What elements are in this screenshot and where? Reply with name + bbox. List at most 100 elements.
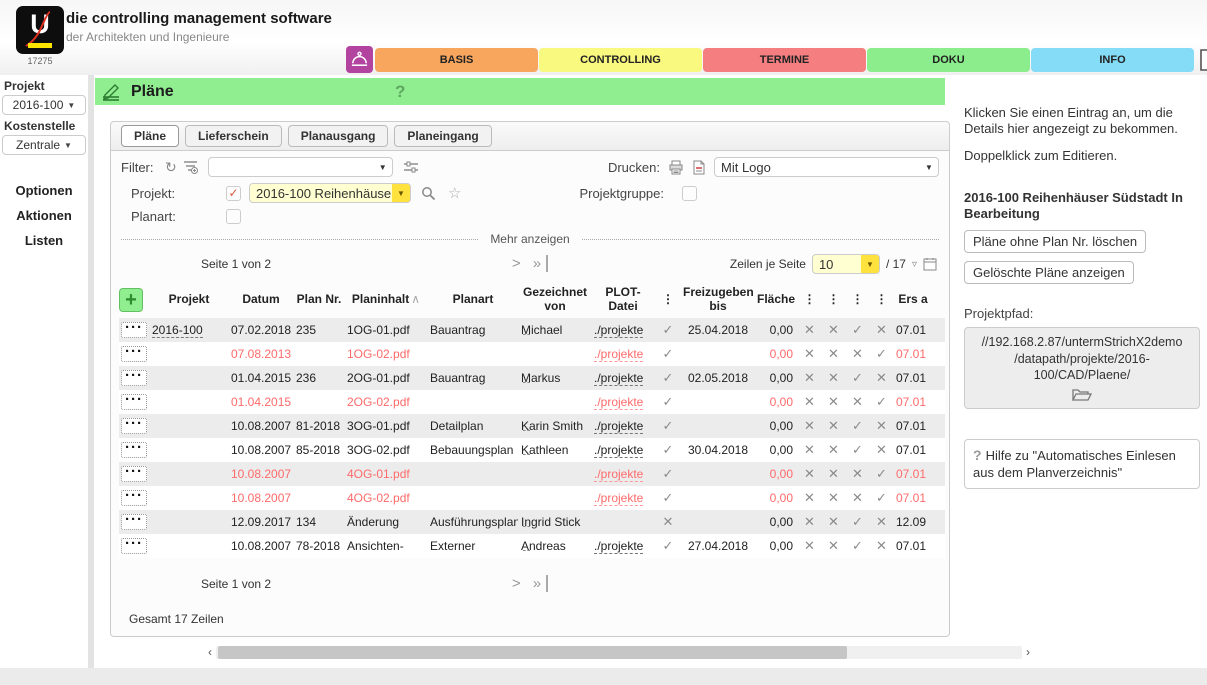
tab-lieferschein[interactable]: Lieferschein <box>185 125 282 147</box>
cell-planinhalt: 4OG-02.pdf <box>345 486 427 510</box>
favorite-star-icon[interactable]: ☆ <box>448 184 461 202</box>
column-header-planart[interactable]: Planart <box>428 291 518 309</box>
tab-pläne[interactable]: Pläne <box>121 125 179 147</box>
cell-status-1: ✕ <box>798 390 821 414</box>
last-page-button[interactable]: » <box>533 575 548 592</box>
plot-file-link[interactable]: ./projekte <box>594 539 643 554</box>
auto-import-help-link[interactable]: ?Hilfe zu "Automatisches Einlesen aus de… <box>964 439 1200 489</box>
table-row[interactable]: ···10.08.20074OG-02.pdf./projekte✓0,00✕✕… <box>119 486 945 510</box>
row-menu-button[interactable]: ··· <box>121 442 147 458</box>
scrollbar-track[interactable] <box>216 646 1022 659</box>
column-header--[interactable]: ⋮ <box>870 291 893 309</box>
pdf-export-icon[interactable] <box>692 160 706 175</box>
projekt-filter-checkbox[interactable]: ✓ <box>226 186 241 201</box>
table-row[interactable]: ···10.08.200778-2018Ansichten-ExternerAn… <box>119 534 945 558</box>
column-header--[interactable]: ⋮ <box>798 291 821 309</box>
row-menu-button[interactable]: ··· <box>121 394 147 410</box>
menu-cloche-icon[interactable] <box>346 46 373 73</box>
column-header-freizugeben-bis[interactable]: Freizugeben bis <box>682 284 754 316</box>
row-menu-button[interactable]: ··· <box>121 418 147 434</box>
cell-status-4: ✓ <box>870 486 893 510</box>
row-menu-button[interactable]: ··· <box>121 322 147 338</box>
table-row[interactable]: ···10.08.20074OG-01.pdf./projekte✓0,00✕✕… <box>119 462 945 486</box>
mehr-anzeigen-link[interactable]: Mehr anzeigen <box>478 232 581 246</box>
nav-tab-termine[interactable]: TERMINE <box>703 48 866 72</box>
collapse-icon[interactable]: ▿ <box>912 259 917 270</box>
nav-tab-basis[interactable]: BASIS <box>375 48 538 72</box>
table-row[interactable]: ···01.04.20152362OG-01.pdfBauantragMarku… <box>119 366 945 390</box>
nav-tab-controlling[interactable]: CONTROLLING <box>539 48 702 72</box>
tab-planeingang[interactable]: Planeingang <box>394 125 491 147</box>
delete-plans-button[interactable]: Pläne ohne Plan Nr. löschen <box>964 230 1146 253</box>
plot-file-link[interactable]: ./projekte <box>594 323 643 338</box>
logout-icon[interactable] <box>1198 47 1207 73</box>
table-row[interactable]: ···12.09.2017134ÄnderungAusführungsplanI… <box>119 510 945 534</box>
refresh-icon[interactable]: ↻ <box>165 159 177 176</box>
row-menu-button[interactable]: ··· <box>121 514 147 530</box>
show-deleted-plans-button[interactable]: Gelöschte Pläne anzeigen <box>964 261 1134 284</box>
plot-file-link[interactable]: ./projekte <box>594 491 643 506</box>
column-settings-icon[interactable] <box>403 160 419 174</box>
plot-file-link[interactable]: ./projekte <box>594 443 643 458</box>
projekt-filter-select[interactable]: 2016-100 Reihenhäuser S ▼ <box>249 183 411 203</box>
printer-icon[interactable] <box>668 160 684 175</box>
project-link[interactable]: 2016-100 <box>152 323 203 338</box>
sidebar-link-aktionen[interactable]: Aktionen <box>0 208 88 223</box>
column-header-datum[interactable]: Datum <box>229 291 293 309</box>
cell-projekt <box>150 438 228 462</box>
plot-file-link[interactable]: ./projekte <box>594 371 643 386</box>
nav-tab-doku[interactable]: DOKU <box>867 48 1030 72</box>
row-menu-button[interactable]: ··· <box>121 490 147 506</box>
tab-planausgang[interactable]: Planausgang <box>288 125 389 147</box>
plot-file-link[interactable]: ./projekte <box>594 467 643 482</box>
column-header-ers-a[interactable]: Ers a <box>894 291 932 309</box>
row-menu-button[interactable]: ··· <box>121 346 147 362</box>
column-header--[interactable]: ⋮ <box>846 291 869 309</box>
project-select[interactable]: 2016-100 ▼ <box>2 95 86 115</box>
help-icon[interactable]: ? <box>395 82 405 102</box>
dotted-divider <box>582 239 939 240</box>
nav-tab-info[interactable]: INFO <box>1031 48 1194 72</box>
table-row[interactable]: ···07.08.20131OG-02.pdf./projekte✓0,00✕✕… <box>119 342 945 366</box>
open-folder-icon[interactable] <box>969 387 1195 402</box>
cell-planinhalt: 1OG-01.pdf <box>345 318 427 342</box>
cell-status-1: ✕ <box>798 342 821 366</box>
row-menu-button[interactable]: ··· <box>121 466 147 482</box>
next-page-button[interactable]: > <box>512 575 525 592</box>
sidebar-link-listen[interactable]: Listen <box>0 233 88 248</box>
table-row[interactable]: ···10.08.200785-20183OG-02.pdfBebauungsp… <box>119 438 945 462</box>
table-row[interactable]: ···2016-10007.02.20182351OG-01.pdfBauant… <box>119 318 945 342</box>
rows-per-page-select[interactable]: 10 ▼ <box>812 254 880 274</box>
calendar-icon[interactable] <box>923 257 937 271</box>
column-header-projekt[interactable]: Projekt <box>150 291 228 309</box>
sidebar-links: Optionen Aktionen Listen <box>0 183 88 248</box>
projektgruppe-checkbox[interactable] <box>682 186 697 201</box>
cell-planinhalt: 2OG-01.pdf <box>345 366 427 390</box>
costcenter-select[interactable]: Zentrale ▼ <box>2 135 86 155</box>
row-menu-button[interactable]: ··· <box>121 538 147 554</box>
column-header--[interactable]: ⋮ <box>655 291 681 309</box>
column-header-fl-che[interactable]: Fläche <box>755 291 797 309</box>
saved-filter-select[interactable]: ▼ <box>208 157 393 177</box>
sidebar-link-optionen[interactable]: Optionen <box>0 183 88 198</box>
next-page-button[interactable]: > <box>512 255 525 272</box>
add-plan-button[interactable]: + <box>119 288 143 312</box>
plot-file-link[interactable]: ./projekte <box>594 395 643 410</box>
add-filter-icon[interactable] <box>183 160 198 174</box>
column-header-plan-nr-[interactable]: Plan Nr. <box>294 291 344 309</box>
column-header-planinhalt[interactable]: Planinhalt∧ <box>345 291 427 309</box>
table-row[interactable]: ···10.08.200781-20183OG-01.pdfDetailplan… <box>119 414 945 438</box>
search-icon[interactable] <box>421 186 436 201</box>
scrollbar-thumb[interactable] <box>218 646 847 659</box>
column-header-plot-datei[interactable]: PLOT-Datei <box>592 284 654 316</box>
column-header--[interactable]: ⋮ <box>822 291 845 309</box>
plot-file-link[interactable]: ./projekte <box>594 419 643 434</box>
scroll-left-arrow[interactable]: ‹ <box>204 645 216 659</box>
plot-file-link[interactable]: ./projekte <box>594 347 643 362</box>
last-page-button[interactable]: » <box>533 255 548 272</box>
row-menu-button[interactable]: ··· <box>121 370 147 386</box>
print-logo-select[interactable]: Mit Logo ▼ <box>714 157 939 177</box>
planart-checkbox[interactable] <box>226 209 241 224</box>
table-row[interactable]: ···01.04.20152OG-02.pdf./projekte✓0,00✕✕… <box>119 390 945 414</box>
column-header-gezeichnet-von[interactable]: Gezeichnet von <box>519 284 591 316</box>
